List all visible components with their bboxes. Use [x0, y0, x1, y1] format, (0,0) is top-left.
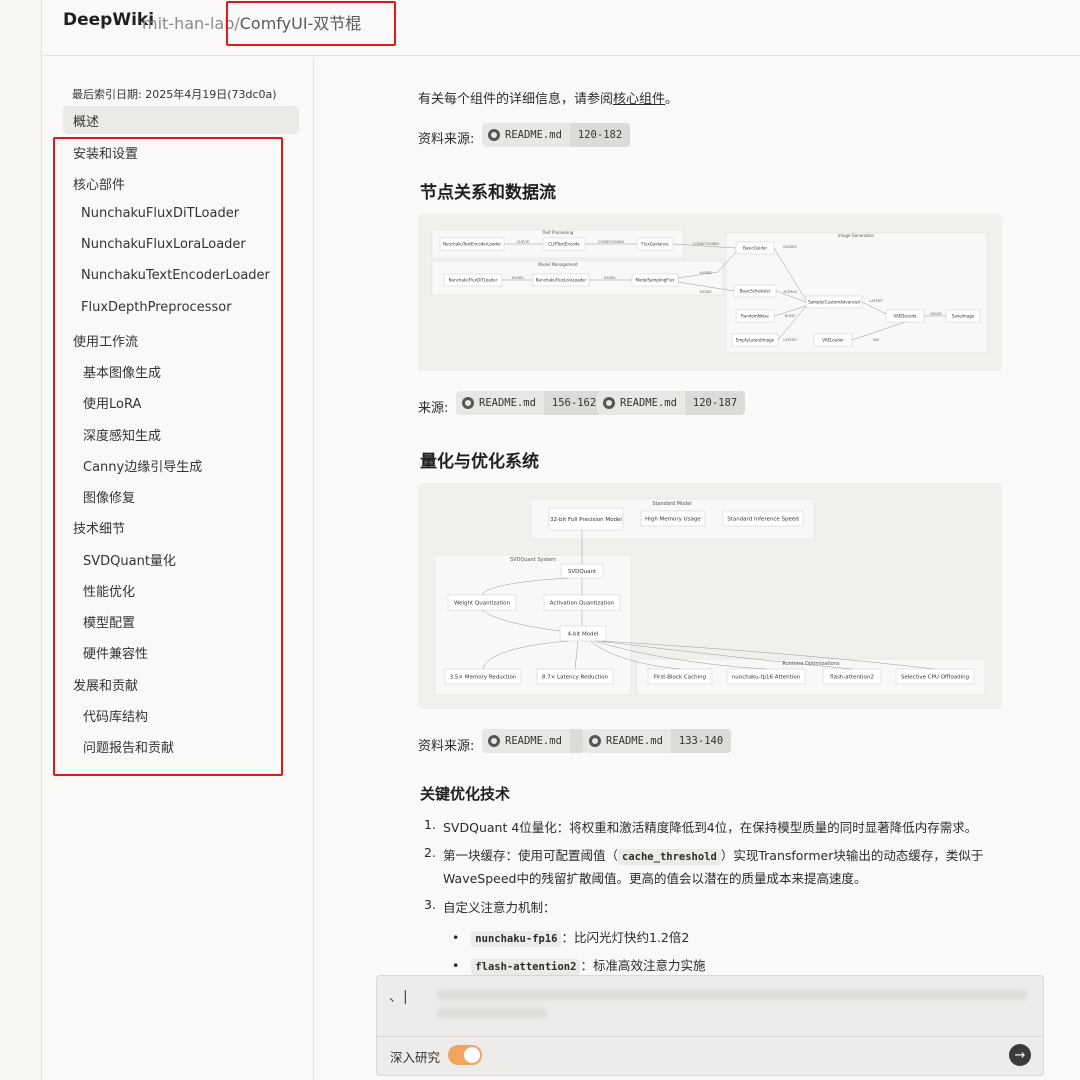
github-icon: [589, 735, 601, 747]
github-icon: [603, 397, 615, 409]
node-latency-reduction: 8.7× Latency Reduction: [542, 675, 609, 681]
github-icon: [462, 397, 474, 409]
source-badge-1[interactable]: README.md 120-182: [482, 123, 631, 147]
group-model-management: Model Management: [538, 262, 578, 267]
edge-clip: CLIP/TE: [516, 240, 529, 244]
list-item-3: 自定义注意力机制：: [443, 900, 556, 915]
edge-model: MODEL: [512, 276, 525, 280]
heading-quantization: 量化与优化系统: [420, 452, 539, 472]
source-badge-3b[interactable]: README.md 133-140: [583, 729, 732, 753]
top-header: DeepWiki mit-han-lab/ComfyUI-双节棍: [43, 0, 1080, 56]
node-flash-attention2: flash-attention2: [830, 675, 874, 681]
group-text-processing: Text Processing: [542, 230, 574, 235]
left-gutter: [0, 0, 42, 1080]
node-lora-loader: NunchakuFluxLoraLoader: [536, 278, 587, 283]
chat-box: 、| 深入研究 →: [376, 975, 1044, 1076]
node-weight-quantization: Weight Quantization: [454, 601, 511, 607]
edge-noise: NOISE: [785, 314, 796, 318]
quantization-diagram: Standard Model SVDQuant System Runtime O…: [418, 483, 1002, 709]
edge-model2: MODEL: [604, 276, 617, 280]
arrow-right-icon: →: [1014, 1047, 1026, 1063]
node-save-image: SaveImage: [952, 314, 975, 319]
heading-key-techniques: 关键优化技术: [420, 785, 511, 803]
code-flash-attention2: flash-attention2: [471, 959, 581, 975]
list-number-2: 2.: [424, 845, 436, 860]
edge-cond: CONDITIONING: [598, 240, 625, 244]
node-cpu-offloading: Selective CPU Offloading: [901, 675, 969, 681]
node-nunchaku-fp16: nunchaku-fp16 Attention: [732, 675, 801, 681]
node-basic-scheduler: BasicScheduler: [740, 289, 771, 294]
node-memory-reduction: 3.5× Memory Reduction: [450, 675, 517, 681]
edge-sigmas: SIGMAS: [783, 290, 797, 294]
send-button[interactable]: →: [1009, 1044, 1031, 1066]
bullet-item-1: • nunchaku-fp16 ：比闪光灯快约1.2倍2: [452, 930, 690, 947]
github-icon: [488, 735, 500, 747]
edge-model4: MODEL: [700, 290, 713, 294]
node-clip-text-encode: CLIPTextEncode: [548, 242, 580, 247]
node-vae-loader: VAELoader: [822, 338, 844, 343]
node-empty-latent-image: EmptyLatentImage: [736, 338, 775, 343]
node-basic-guider: BasicGuider: [743, 246, 767, 251]
edge-image: IMAGE: [930, 312, 941, 316]
node-model-sampling-flux: ModelSamplingFlux: [635, 278, 675, 283]
edge-guider: GUIDER: [783, 245, 797, 249]
deep-research-label: 深入研究: [390, 1050, 441, 1065]
source-label-2: 来源:: [418, 401, 449, 416]
source-label-1: 资料来源:: [418, 132, 475, 147]
brand-logo[interactable]: DeepWiki: [63, 10, 154, 30]
group-runtime-optimizations: Runtime Optimizations: [782, 661, 839, 667]
main-content: 有关每个组件的详细信息，请参阅核心组件。 资料来源: README.md 120-…: [315, 57, 1080, 1080]
edge-latent: LATENT: [783, 338, 797, 342]
node-high-memory: High Memory Usage: [645, 517, 701, 523]
heading-dataflow: 节点关系和数据流: [420, 183, 556, 203]
node-standard-speed: Standard Inference Speed: [727, 517, 799, 523]
source-badge-3a[interactable]: README.md: [482, 729, 584, 753]
code-nunchaku-fp16: nunchaku-fp16: [471, 931, 562, 947]
node-activation-quantization: Activation Quantization: [550, 601, 615, 607]
highlight-repo-name: [226, 1, 396, 46]
intro-text: 有关每个组件的详细信息，请参阅核心组件。: [418, 92, 679, 107]
source-badge-2a[interactable]: README.md 156-162: [456, 391, 605, 415]
source-badge-2b[interactable]: README.md 120-187: [597, 391, 746, 415]
list-number-1: 1.: [424, 817, 436, 832]
page: DeepWiki mit-han-lab/ComfyUI-双节棍 最后索引日期:…: [0, 0, 1080, 1080]
list-item-2-cont: WaveSpeed中的残留扩散阈值。更高的值会以潜在的质量成本来提高速度。: [443, 871, 867, 886]
node-random-noise: RandomNoise: [741, 314, 769, 319]
source-label-3: 资料来源:: [418, 739, 475, 754]
bullet-item-2: • flash-attention2 ：标准高效注意力实施: [452, 958, 706, 975]
group-standard-model: Standard Model: [652, 501, 691, 507]
index-date: 最后索引日期: 2025年4月19日(73dc0a): [72, 88, 277, 101]
edge-latent2: LATENT: [869, 299, 883, 303]
chat-divider: [377, 1036, 1043, 1037]
node-dit-loader: NunchakuFluxDiTLoader: [449, 278, 498, 283]
edge-cond2: CONDITIONING: [693, 242, 720, 246]
deep-research-toggle[interactable]: [448, 1045, 482, 1065]
node-text-encoder-loader: NunchakuTextEncoderLoader: [443, 242, 501, 247]
list-number-3: 3.: [424, 897, 436, 912]
edge-model3: MODEL: [700, 271, 713, 275]
code-cache-threshold: cache_threshold: [618, 849, 721, 865]
list-item-1: SVDQuant 4位量化：将权重和激活精度降低到4位，在保持模型质量的同时显著…: [443, 820, 978, 835]
node-svdquant: SVDQuant: [568, 569, 597, 575]
github-icon: [488, 129, 500, 141]
core-components-link[interactable]: 核心组件: [613, 92, 665, 107]
blurred-text: [437, 990, 1027, 1000]
group-svdquant-system: SVDQuant System: [510, 557, 556, 563]
sidebar-item-overview[interactable]: 概述: [73, 111, 99, 130]
toggle-knob: [464, 1047, 480, 1063]
list-item-2: 第一块缓存：使用可配置阈值（ cache_threshold ）实现Transfor…: [443, 848, 984, 865]
node-first-block-caching: First-Block Caching: [654, 675, 706, 681]
highlight-sidebar: [53, 137, 283, 776]
node-32bit-model: 32-bit Full Precision Model: [550, 517, 622, 523]
blurred-text-2: [437, 1008, 547, 1018]
dataflow-diagram: Text Processing Model Management Image G…: [418, 214, 1002, 371]
node-flux-guidance: FluxGuidance: [641, 242, 669, 247]
edge-vae: VAE: [873, 338, 880, 342]
node-sampler-custom-advanced: SamplerCustomAdvanced: [808, 300, 860, 305]
node-vae-decode: VAEDecode: [894, 314, 917, 319]
chat-input[interactable]: 、|: [389, 986, 408, 1006]
node-4bit-model: 4-bit Model: [568, 632, 599, 638]
group-image-generation: Image Generation: [838, 233, 875, 238]
